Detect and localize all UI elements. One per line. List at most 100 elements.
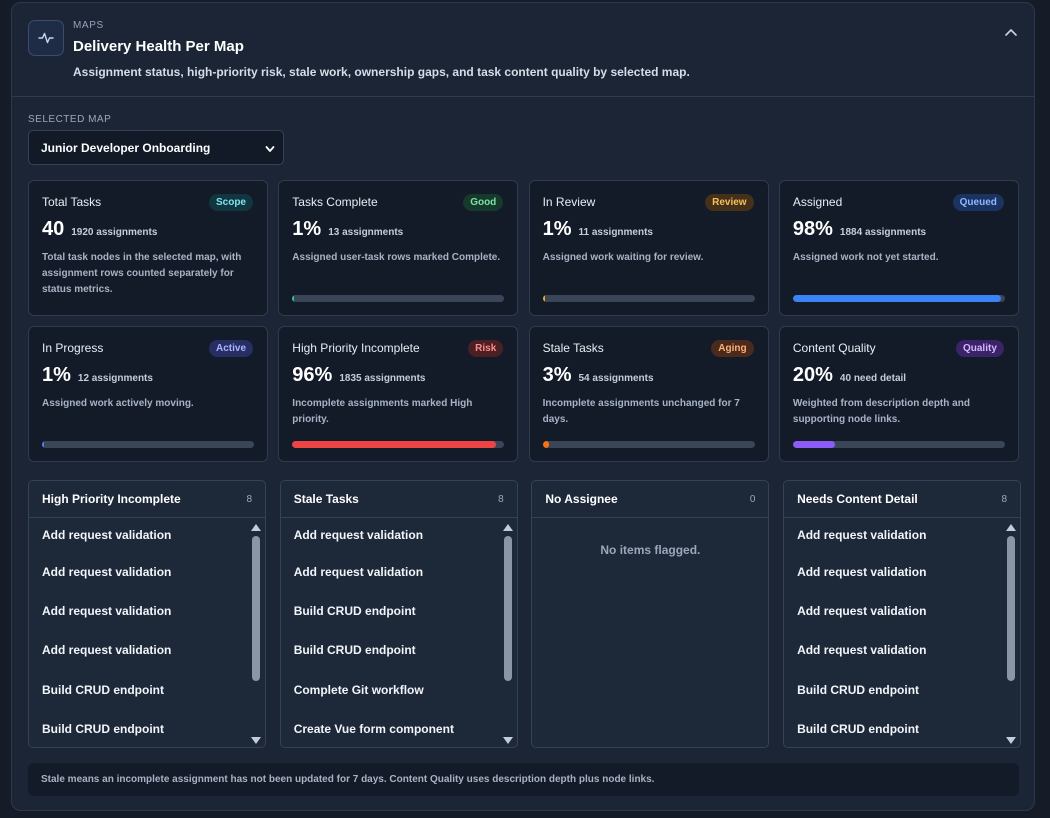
scrollbar[interactable]	[251, 522, 261, 744]
list-body[interactable]: No items flagged.	[532, 518, 768, 747]
metric-cards: Total Tasks Scope 40 1920 assignments Total …	[28, 180, 1019, 462]
progress-fill	[792, 295, 1001, 302]
activity-icon	[28, 20, 64, 56]
progress-fill	[542, 441, 549, 448]
list-item[interactable]: Add request validation	[281, 552, 517, 591]
scrollbar[interactable]	[1006, 522, 1017, 744]
metric-value: 20%	[792, 364, 833, 386]
list-count: 8	[498, 493, 504, 505]
list-item[interactable]: Add request validation	[784, 631, 1020, 670]
list-body[interactable]: Add request validation Add request valida…	[29, 518, 265, 747]
status-badge: Scope	[208, 194, 253, 211]
list-item[interactable]: Build CRUD endpoint	[29, 670, 265, 709]
list-count: 8	[1001, 493, 1008, 505]
metric-description: Assigned user-task rows marked Complete.	[292, 252, 501, 263]
chevron-down-icon	[265, 142, 275, 156]
metric-description: Weighted from description depth and supp…	[792, 398, 970, 425]
flag-list: High Priority Incomplete 8 Add request val…	[28, 480, 266, 748]
list-item[interactable]: Add request validation	[29, 518, 265, 552]
list-item[interactable]: Build CRUD endpoint	[784, 710, 1020, 747]
progress-bar	[292, 295, 505, 302]
metric-card: Total Tasks Scope 40 1920 assignments Total …	[28, 180, 268, 316]
metric-value: 40	[42, 218, 65, 240]
metric-card: High Priority Incomplete Risk 96% 1835 assi…	[278, 326, 519, 462]
scrollbar-thumb[interactable]	[503, 536, 512, 681]
list-title: High Priority Incomplete	[42, 492, 181, 506]
progress-fill	[292, 441, 496, 448]
metric-value: 3%	[542, 364, 572, 386]
progress-fill	[292, 295, 295, 302]
scroll-down-icon[interactable]	[502, 737, 513, 744]
metric-value: 1%	[42, 364, 71, 386]
list-item[interactable]: Add request validation	[29, 591, 265, 630]
metric-subvalue: 1835 assignments	[339, 373, 426, 384]
scroll-up-icon[interactable]	[502, 524, 513, 531]
metric-value: 1%	[542, 218, 572, 240]
status-badge: Quality	[955, 340, 1004, 357]
progress-fill	[792, 441, 836, 448]
status-badge: Aging	[711, 340, 754, 357]
progress-bar	[792, 295, 1005, 302]
selected-map-label: SELECTED MAP	[28, 114, 112, 125]
metric-subvalue: 40 need detail	[839, 373, 907, 384]
list-title: Stale Tasks	[293, 492, 359, 506]
metric-subvalue: 11 assignments	[578, 227, 653, 238]
list-count: 8	[246, 493, 252, 505]
map-select[interactable]: Junior Developer Onboarding	[28, 130, 284, 165]
flag-list: Needs Content Detail 8 Add request validat…	[783, 480, 1022, 748]
metric-value: 1%	[292, 218, 322, 240]
progress-bar	[292, 441, 505, 448]
list-item[interactable]: Complete Git workflow	[281, 670, 517, 709]
metric-description: Total task nodes in the selected map, wi…	[42, 252, 242, 295]
progress-bar	[792, 441, 1005, 448]
scroll-up-icon[interactable]	[251, 524, 261, 531]
metric-subvalue: 54 assignments	[578, 373, 654, 384]
status-badge: Risk	[468, 340, 504, 357]
metric-description: Assigned work actively moving.	[42, 398, 194, 409]
list-title: Needs Content Detail	[797, 492, 918, 506]
scrollbar[interactable]	[502, 522, 513, 744]
metric-description: Incomplete assignments marked High prior…	[292, 398, 473, 425]
metric-card: Tasks Complete Good 1% 13 assignments Assign…	[278, 180, 519, 316]
metric-subvalue: 1920 assignments	[71, 227, 158, 238]
status-badge: Good	[463, 194, 504, 211]
progress-fill	[42, 441, 45, 448]
flag-lists: High Priority Incomplete 8 Add request val…	[28, 480, 1022, 748]
metric-subvalue: 1884 assignments	[839, 227, 927, 238]
list-item[interactable]: Add request validation	[784, 591, 1020, 630]
scroll-down-icon[interactable]	[251, 737, 261, 744]
list-item[interactable]: Build CRUD endpoint	[281, 591, 517, 630]
scrollbar-thumb[interactable]	[1007, 536, 1016, 681]
progress-bar	[542, 295, 755, 302]
metric-value: 96%	[292, 364, 333, 386]
list-item[interactable]: Add request validation	[29, 552, 265, 591]
list-body[interactable]: Add request validation Add request valida…	[281, 518, 517, 747]
list-item[interactable]: Build CRUD endpoint	[784, 670, 1020, 709]
metric-subvalue: 13 assignments	[328, 227, 404, 238]
list-item[interactable]: Build CRUD endpoint	[281, 631, 517, 670]
metric-description: Assigned work waiting for review.	[542, 252, 704, 263]
chevron-up-icon[interactable]	[1002, 23, 1020, 41]
flag-list: Stale Tasks 8 Add request validation Add re…	[279, 480, 518, 748]
status-badge: Queued	[952, 194, 1004, 211]
list-item[interactable]: Create Vue form component	[281, 710, 517, 747]
list-body[interactable]: Add request validation Add request valida…	[784, 518, 1020, 747]
flag-list: No Assignee 0 No items flagged.	[531, 480, 770, 748]
list-item[interactable]: Build CRUD endpoint	[29, 710, 265, 747]
list-item[interactable]: Add request validation	[281, 518, 517, 552]
progress-bar	[42, 441, 254, 448]
status-badge: Review	[705, 194, 754, 211]
metric-value: 98%	[792, 218, 833, 240]
delivery-health-panel: MAPS Delivery Health Per Map Assignment …	[11, 2, 1035, 811]
scroll-down-icon[interactable]	[1006, 737, 1017, 744]
list-header: Stale Tasks 8	[280, 481, 517, 518]
scrollbar-thumb[interactable]	[252, 536, 260, 681]
metric-card: In Progress Active 1% 12 assignments Assigne…	[28, 326, 268, 462]
metric-description: Assigned work not yet started.	[792, 252, 939, 263]
list-title: No Assignee	[545, 492, 618, 506]
scroll-up-icon[interactable]	[1006, 524, 1017, 531]
list-item[interactable]: Add request validation	[784, 518, 1020, 552]
list-item[interactable]: Add request validation	[784, 552, 1020, 591]
list-item[interactable]: Add request validation	[29, 631, 265, 670]
metric-description: Incomplete assignments unchanged for 7 d…	[542, 398, 740, 425]
